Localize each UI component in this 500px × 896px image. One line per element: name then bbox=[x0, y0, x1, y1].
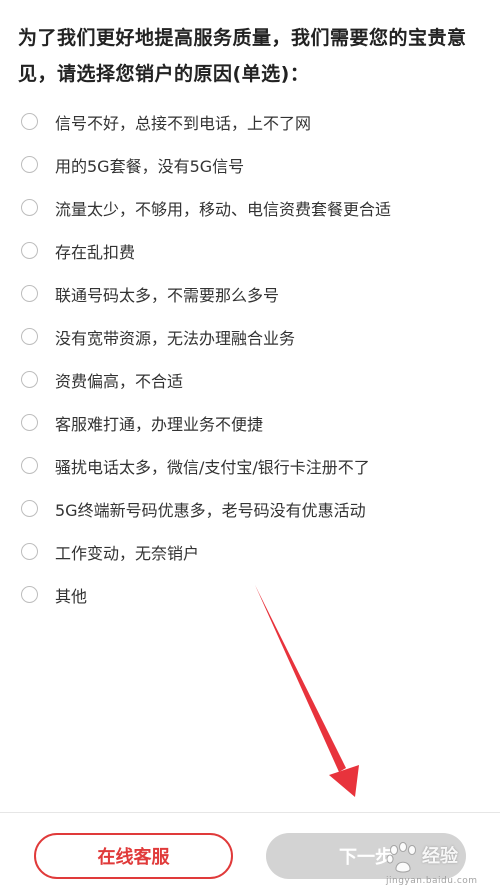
reason-option[interactable]: 其他 bbox=[0, 573, 500, 616]
reason-option[interactable]: 工作变动，无奈销户 bbox=[0, 530, 500, 573]
radio-circle-icon[interactable] bbox=[21, 500, 38, 517]
reason-option-label: 5G终端新号码优惠多，老号码没有优惠活动 bbox=[55, 500, 366, 520]
reason-option-label: 流量太少，不够用，移动、电信资费套餐更合适 bbox=[55, 199, 392, 219]
radio-circle-icon[interactable] bbox=[21, 199, 38, 216]
reason-option-label: 存在乱扣费 bbox=[55, 242, 136, 262]
radio-circle-icon[interactable] bbox=[21, 586, 38, 603]
reason-option-label: 工作变动，无奈销户 bbox=[55, 543, 200, 563]
reason-option[interactable]: 客服难打通，办理业务不便捷 bbox=[0, 401, 500, 444]
radio-circle-icon[interactable] bbox=[21, 156, 38, 173]
radio-circle-icon[interactable] bbox=[21, 328, 38, 345]
radio-circle-icon[interactable] bbox=[21, 242, 38, 259]
reason-option-label: 联通号码太多，不需要那么多号 bbox=[55, 285, 280, 305]
reason-option[interactable]: 资费偏高，不合适 bbox=[0, 358, 500, 401]
reason-option-label: 骚扰电话太多，微信/支付宝/银行卡注册不了 bbox=[55, 457, 370, 477]
reason-option[interactable]: 没有宽带资源，无法办理融合业务 bbox=[0, 315, 500, 358]
reason-options-list: 信号不好，总接不到电话，上不了网 用的5G套餐，没有5G信号 流量太少，不够用，… bbox=[0, 100, 500, 616]
radio-circle-icon[interactable] bbox=[21, 113, 38, 130]
reason-option[interactable]: 联通号码太多，不需要那么多号 bbox=[0, 272, 500, 315]
survey-question: 为了我们更好地提高服务质量，我们需要您的宝贵意见，请选择您销户的原因(单选)： bbox=[18, 27, 467, 85]
next-step-button[interactable]: 下一步 bbox=[266, 833, 466, 879]
radio-circle-icon[interactable] bbox=[21, 414, 38, 431]
reason-option[interactable]: 存在乱扣费 bbox=[0, 229, 500, 272]
reason-option-label: 其他 bbox=[55, 586, 88, 606]
cancel-account-survey-page: 为了我们更好地提高服务质量，我们需要您的宝贵意见，请选择您销户的原因(单选)： … bbox=[0, 0, 500, 896]
reason-option[interactable]: 信号不好，总接不到电话，上不了网 bbox=[0, 100, 500, 143]
radio-circle-icon[interactable] bbox=[21, 285, 38, 302]
footer-bar: 在线客服 下一步 bbox=[0, 813, 500, 896]
reason-option[interactable]: 用的5G套餐，没有5G信号 bbox=[0, 143, 500, 186]
reason-option[interactable]: 5G终端新号码优惠多，老号码没有优惠活动 bbox=[0, 487, 500, 530]
reason-option-label: 客服难打通，办理业务不便捷 bbox=[55, 414, 264, 434]
reason-option-label: 没有宽带资源，无法办理融合业务 bbox=[55, 328, 296, 348]
reason-option-label: 资费偏高，不合适 bbox=[55, 371, 184, 391]
radio-circle-icon[interactable] bbox=[21, 457, 38, 474]
radio-circle-icon[interactable] bbox=[21, 543, 38, 560]
online-service-button[interactable]: 在线客服 bbox=[34, 833, 233, 879]
reason-option-label: 用的5G套餐，没有5G信号 bbox=[55, 156, 245, 176]
radio-circle-icon[interactable] bbox=[21, 371, 38, 388]
reason-option[interactable]: 骚扰电话太多，微信/支付宝/银行卡注册不了 bbox=[0, 444, 500, 487]
reason-option-label: 信号不好，总接不到电话，上不了网 bbox=[55, 113, 312, 133]
reason-option[interactable]: 流量太少，不够用，移动、电信资费套餐更合适 bbox=[0, 186, 500, 229]
